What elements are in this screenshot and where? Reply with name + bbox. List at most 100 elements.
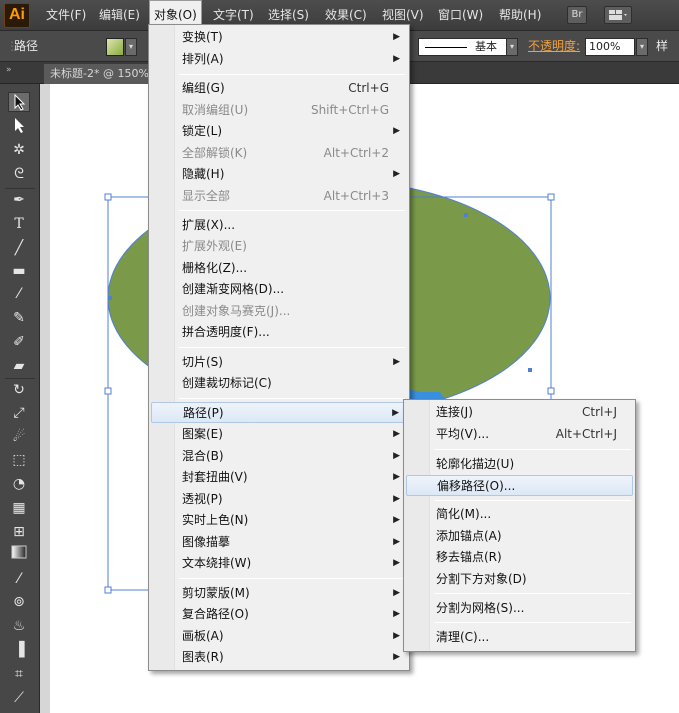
submenu-item-add-anchor-points[interactable]: 添加锚点(A) [406, 526, 633, 547]
menu-item-label: 图像描摹 [182, 535, 231, 549]
menu-item-ungroup[interactable]: 取消编组(U) Shift+Ctrl+G [151, 100, 407, 121]
menu-item-label: 文本绕排(W) [182, 556, 252, 570]
menu-item-image-trace[interactable]: 图像描摹 ▶ [151, 532, 407, 553]
menu-item-label: 拼合透明度(F)... [182, 325, 270, 339]
menu-item-label: 创建裁切标记(C) [182, 376, 272, 390]
path-submenu: 连接(J) Ctrl+J 平均(V)... Alt+Ctrl+J 轮廓化描边(U) … [403, 399, 636, 652]
menu-separator [179, 210, 405, 211]
menu-item-group[interactable]: 编组(G) Ctrl+G [151, 78, 407, 99]
submenu-item-outline-stroke[interactable]: 轮廓化描边(U) [406, 454, 633, 475]
menu-item-label: 连接(J) [436, 405, 473, 419]
menu-separator [179, 347, 405, 348]
menu-item-transform[interactable]: 变换(T) ▶ [151, 27, 407, 48]
menu-item-shortcut: Shift+Ctrl+G [310, 103, 389, 117]
menu-item-label: 全部解锁(K) [182, 146, 248, 160]
menu-item-shortcut: Ctrl+J [582, 405, 617, 419]
menu-item-label: 分割下方对象(D) [436, 572, 527, 586]
submenu-arrow-icon: ▶ [393, 472, 400, 482]
menu-separator [179, 74, 405, 75]
submenu-arrow-icon: ▶ [393, 357, 400, 367]
menu-item-label: 偏移路径(O)... [437, 479, 516, 493]
menu-item-artboards[interactable]: 画板(A) ▶ [151, 626, 407, 647]
menu-item-label: 画板(A) [182, 629, 224, 643]
menu-item-label: 轮廓化描边(U) [436, 457, 515, 471]
menu-item-label: 隐藏(H) [182, 167, 225, 181]
menu-item-label: 扩展(X)... [182, 218, 236, 232]
submenu-arrow-icon: ▶ [393, 652, 400, 662]
menu-item-label: 显示全部 [182, 189, 231, 203]
submenu-arrow-icon: ▶ [393, 32, 400, 42]
submenu-arrow-icon: ▶ [393, 609, 400, 619]
menu-item-envelope-distort[interactable]: 封套扭曲(V) ▶ [151, 467, 407, 488]
submenu-arrow-icon: ▶ [393, 429, 400, 439]
menu-separator [434, 449, 631, 450]
menu-item-label: 混合(B) [182, 449, 224, 463]
menu-item-label: 创建渐变网格(D)... [182, 282, 285, 296]
object-menu-dropdown: 变换(T) ▶ 排列(A) ▶ 编组(G) Ctrl+G 取消编组(U) Shift+C… [148, 24, 410, 671]
menu-separator [179, 578, 405, 579]
menu-item-label: 实时上色(N) [182, 513, 249, 527]
menu-item-path[interactable]: 路径(P) ▶ [151, 402, 407, 423]
submenu-arrow-icon: ▶ [393, 126, 400, 136]
menu-item-label: 扩展外观(E) [182, 239, 247, 253]
menu-item-shortcut: Alt+Ctrl+2 [323, 146, 389, 160]
menu-item-label: 取消编组(U) [182, 103, 249, 117]
submenu-item-simplify[interactable]: 简化(M)... [406, 504, 633, 525]
menu-item-label: 移去锚点(R) [436, 550, 502, 564]
menu-item-label: 编组(G) [182, 81, 225, 95]
submenu-item-join[interactable]: 连接(J) Ctrl+J [406, 402, 633, 423]
menu-item-label: 变换(T) [182, 30, 223, 44]
menu-separator [434, 622, 631, 623]
submenu-arrow-icon: ▶ [393, 537, 400, 547]
menu-item-clipping-mask[interactable]: 剪切蒙版(M) ▶ [151, 583, 407, 604]
menu-item-arrange[interactable]: 排列(A) ▶ [151, 49, 407, 70]
menu-item-unlock-all[interactable]: 全部解锁(K) Alt+Ctrl+2 [151, 143, 407, 164]
menu-item-label: 剪切蒙版(M) [182, 586, 250, 600]
menu-separator [434, 500, 631, 501]
submenu-arrow-icon: ▶ [393, 631, 400, 641]
menu-item-label: 平均(V)... [436, 427, 490, 441]
submenu-item-clean-up[interactable]: 清理(C)... [406, 627, 633, 648]
submenu-arrow-icon: ▶ [393, 515, 400, 525]
submenu-arrow-icon: ▶ [392, 408, 399, 418]
menu-item-label: 图案(E) [182, 427, 223, 441]
menu-item-create-gradient-mesh[interactable]: 创建渐变网格(D)... [151, 279, 407, 300]
submenu-item-split-into-grid[interactable]: 分割为网格(S)... [406, 598, 633, 619]
submenu-item-remove-anchor-points[interactable]: 移去锚点(R) [406, 547, 633, 568]
menu-item-label: 简化(M)... [436, 507, 492, 521]
menu-item-perspective[interactable]: 透视(P) ▶ [151, 489, 407, 510]
submenu-item-divide-objects-below[interactable]: 分割下方对象(D) [406, 569, 633, 590]
menu-item-expand[interactable]: 扩展(X)... [151, 215, 407, 236]
menu-item-blend[interactable]: 混合(B) ▶ [151, 446, 407, 467]
menu-item-pattern[interactable]: 图案(E) ▶ [151, 424, 407, 445]
menu-item-lock[interactable]: 锁定(L) ▶ [151, 121, 407, 142]
menu-item-create-trim-marks[interactable]: 创建裁切标记(C) [151, 373, 407, 394]
menu-item-label: 图表(R) [182, 650, 224, 664]
menu-item-hide[interactable]: 隐藏(H) ▶ [151, 164, 407, 185]
submenu-arrow-icon: ▶ [393, 588, 400, 598]
submenu-item-average[interactable]: 平均(V)... Alt+Ctrl+J [406, 424, 633, 445]
menu-item-create-object-mosaic[interactable]: 创建对象马赛克(J)... [151, 301, 407, 322]
menu-item-label: 栅格化(Z)... [182, 261, 248, 275]
submenu-arrow-icon: ▶ [393, 451, 400, 461]
menu-item-show-all[interactable]: 显示全部 Alt+Ctrl+3 [151, 186, 407, 207]
menu-item-shortcut: Alt+Ctrl+J [555, 427, 617, 441]
menu-item-compound-path[interactable]: 复合路径(O) ▶ [151, 604, 407, 625]
menu-item-label: 清理(C)... [436, 630, 490, 644]
menu-item-label: 封套扭曲(V) [182, 470, 248, 484]
menu-item-text-wrap[interactable]: 文本绕排(W) ▶ [151, 553, 407, 574]
submenu-arrow-icon: ▶ [393, 558, 400, 568]
menu-separator [179, 398, 405, 399]
menu-item-flatten-transparency[interactable]: 拼合透明度(F)... [151, 322, 407, 343]
menu-item-live-paint[interactable]: 实时上色(N) ▶ [151, 510, 407, 531]
menu-item-expand-appearance[interactable]: 扩展外观(E) [151, 236, 407, 257]
menu-item-rasterize[interactable]: 栅格化(Z)... [151, 258, 407, 279]
menu-item-label: 路径(P) [183, 406, 224, 420]
menu-item-graph[interactable]: 图表(R) ▶ [151, 647, 407, 668]
menu-item-label: 复合路径(O) [182, 607, 249, 621]
menu-item-slice[interactable]: 切片(S) ▶ [151, 352, 407, 373]
menu-item-label: 分割为网格(S)... [436, 601, 525, 615]
menu-item-label: 切片(S) [182, 355, 223, 369]
submenu-item-offset-path[interactable]: 偏移路径(O)... [406, 475, 633, 496]
menu-item-label: 透视(P) [182, 492, 223, 506]
